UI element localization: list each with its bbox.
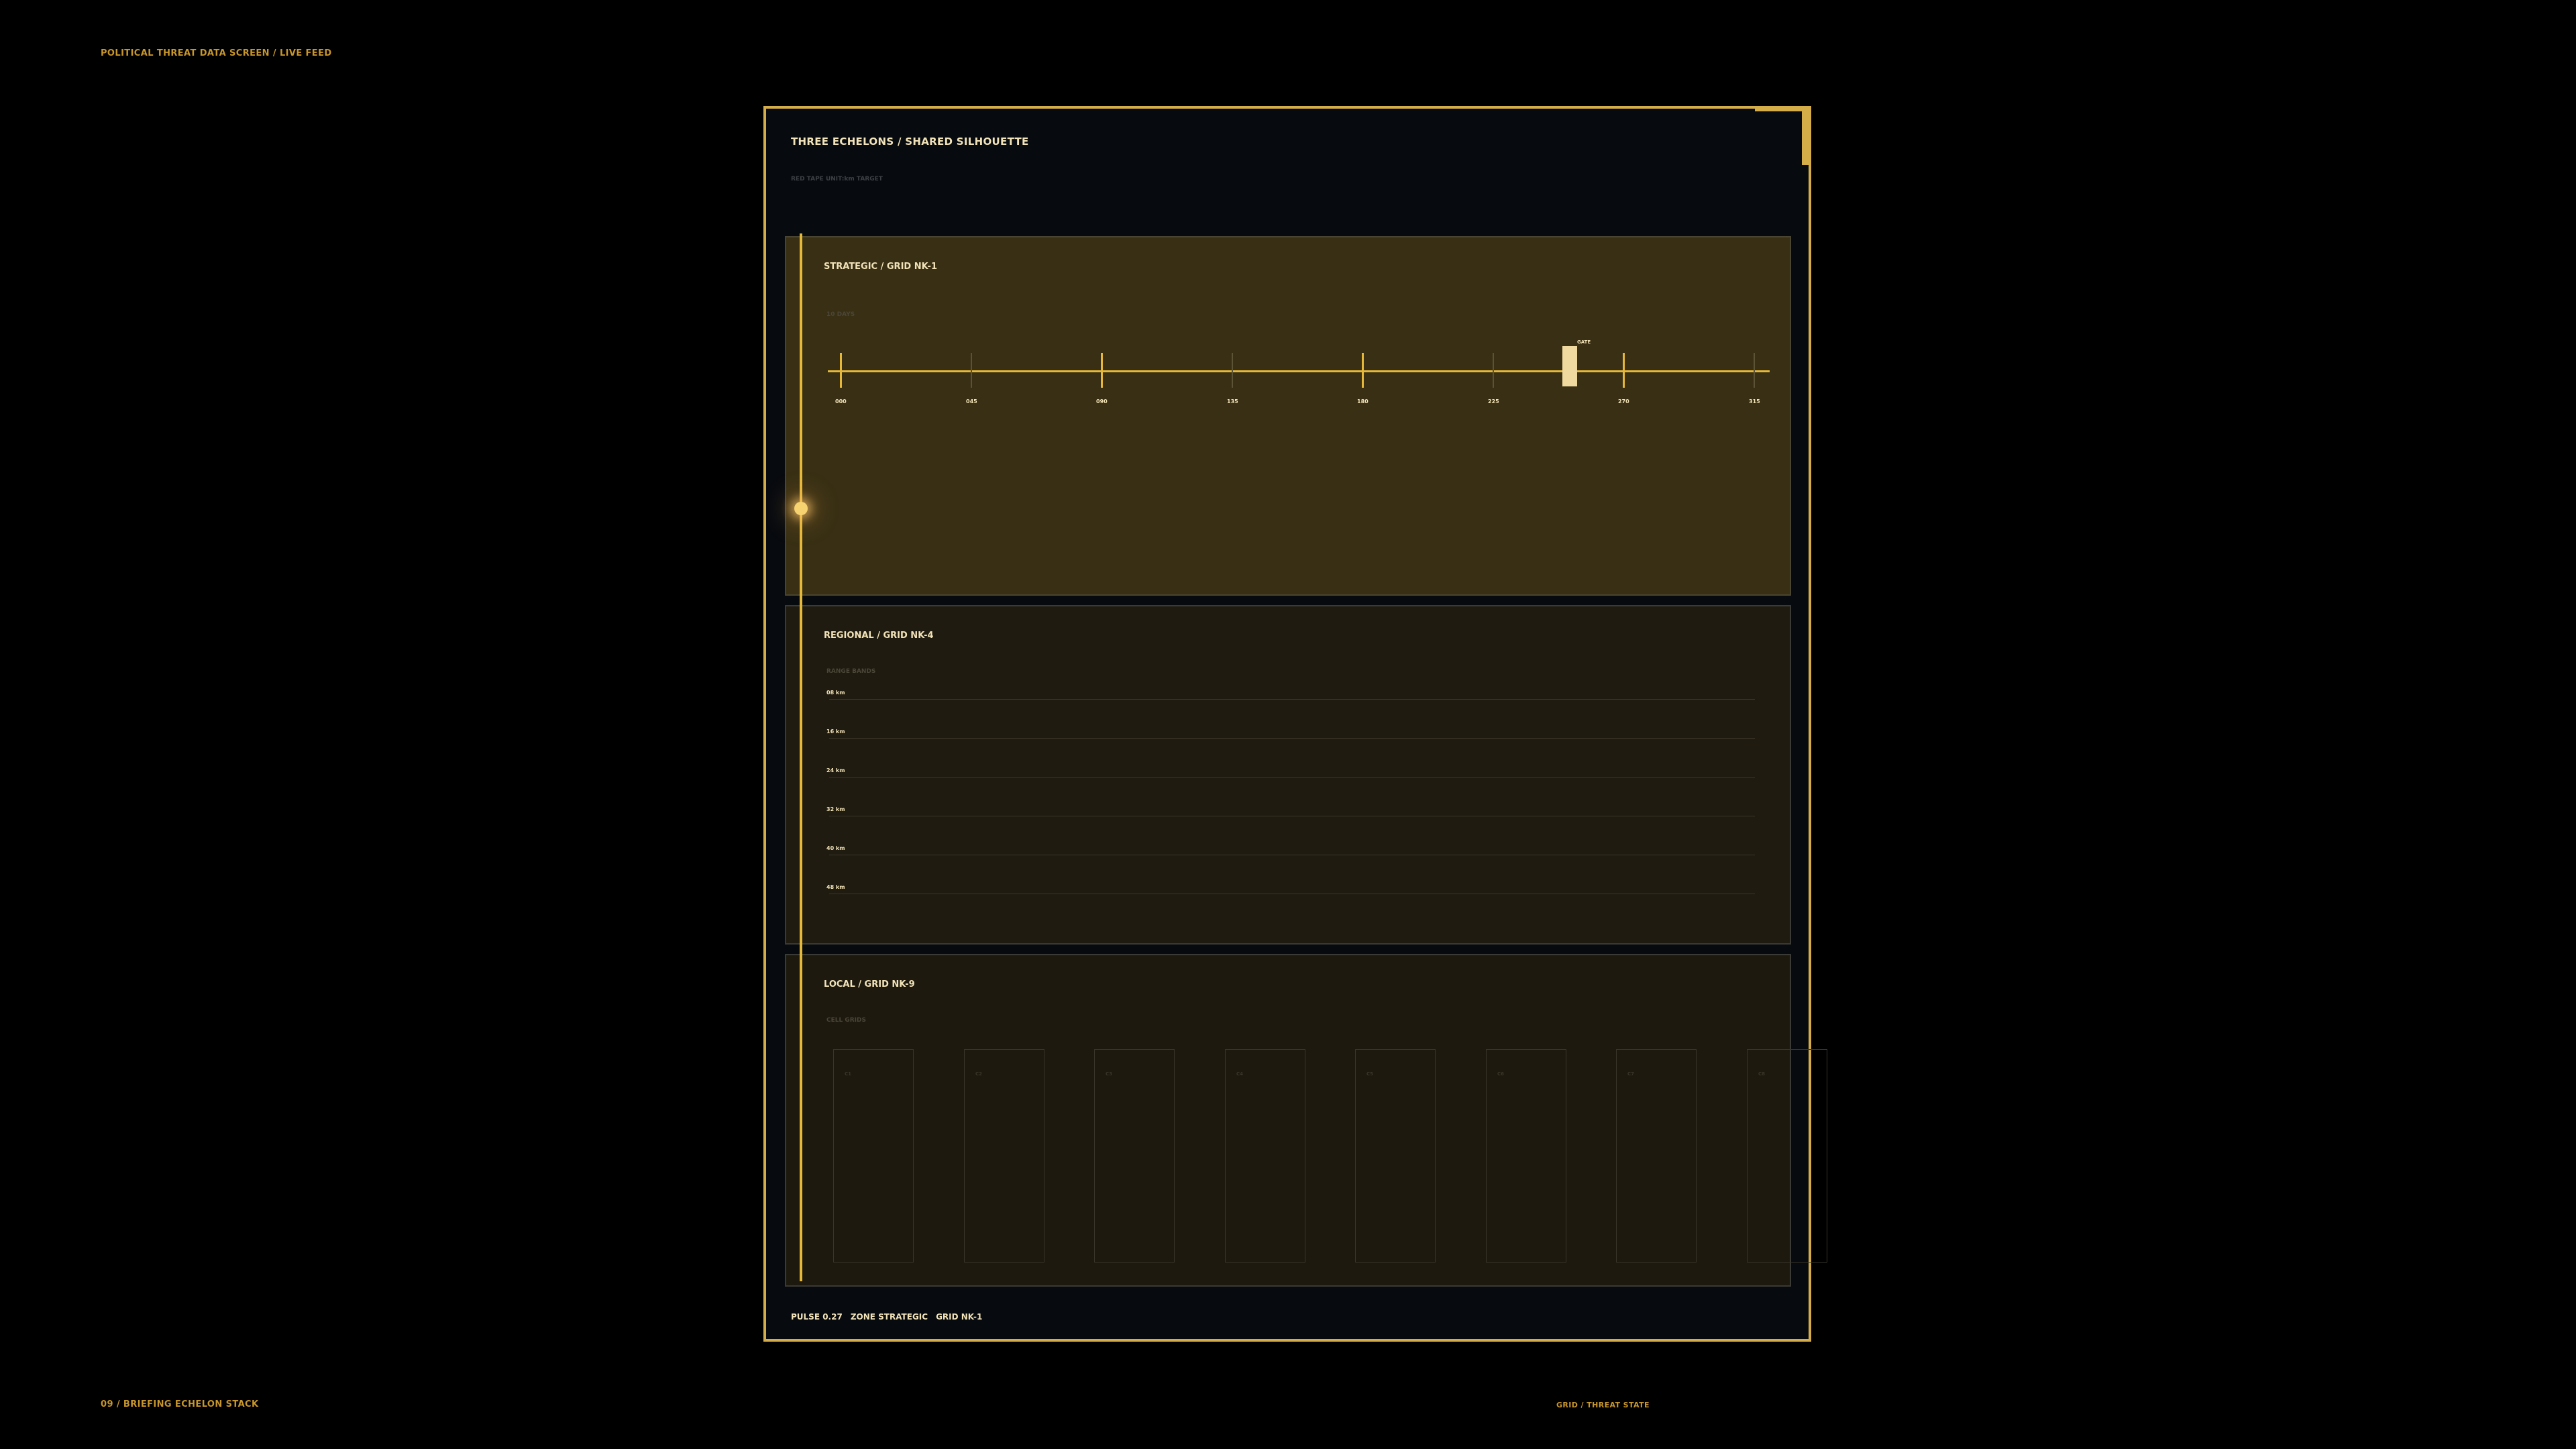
- echelon-title: LOCAL / GRID NK-9: [824, 979, 915, 989]
- grid-cell-label: C3: [1106, 1071, 1113, 1077]
- bearing-tick: [840, 353, 842, 388]
- grid-cell[interactable]: C7: [1616, 1049, 1697, 1263]
- range-band-label: 08 km: [826, 690, 845, 696]
- zone-value: ZONE STRATEGIC: [850, 1312, 928, 1322]
- grid-cell[interactable]: C6: [1486, 1049, 1566, 1263]
- bearing-tick: [1623, 353, 1625, 388]
- grid-cell-label: C5: [1366, 1071, 1374, 1077]
- range-band-label: 16 km: [826, 729, 845, 735]
- grid-cell[interactable]: C3: [1094, 1049, 1175, 1263]
- grid-cell-label: C2: [975, 1071, 983, 1077]
- echelon-panel: THREE ECHELONS / SHARED SILHOUETTE RED T…: [763, 106, 1827, 1342]
- grid-cell-label: C7: [1627, 1071, 1635, 1077]
- pulse-track: [800, 233, 802, 1281]
- grid-cell[interactable]: C2: [964, 1049, 1044, 1263]
- bearing-tick: [1101, 353, 1103, 388]
- range-band-label: 32 km: [826, 806, 845, 812]
- bearing-tick-label: 045: [966, 398, 977, 405]
- grid-cell-label: C8: [1758, 1071, 1766, 1077]
- legend-label: GRID / THREAT STATE: [1556, 1401, 1650, 1409]
- bearing-axis: [828, 370, 1770, 372]
- grid-cell[interactable]: C8: [1747, 1049, 1827, 1263]
- grid-cell[interactable]: C5: [1355, 1049, 1436, 1263]
- range-band-line: [829, 738, 1755, 739]
- bearing-tick: [1232, 353, 1233, 388]
- range-band-label: 48 km: [826, 884, 845, 890]
- echelon-subtitle: CELL GRIDS: [826, 1017, 866, 1024]
- bearing-tick: [1754, 353, 1755, 388]
- grid-cell-label: C6: [1497, 1071, 1505, 1077]
- range-band-line: [829, 699, 1755, 700]
- echelon-title: REGIONAL / GRID NK-4: [824, 631, 934, 641]
- echelon-subtitle: RANGE BANDS: [826, 668, 876, 675]
- grid-value: GRID NK-1: [936, 1312, 983, 1322]
- pulse-value: PULSE 0.27: [791, 1312, 843, 1322]
- gate-marker[interactable]: [1562, 346, 1577, 386]
- panel-subtitle: RED TAPE UNIT:km TARGET: [791, 176, 883, 182]
- range-band-label: 24 km: [826, 767, 845, 773]
- echelon-local[interactable]: LOCAL / GRID NK-9 CELL GRIDS C1 C2 C3 C4…: [785, 954, 1827, 1287]
- grid-cell[interactable]: C4: [1225, 1049, 1305, 1263]
- pulse-indicator[interactable]: [794, 502, 808, 515]
- grid-cell-label: C4: [1236, 1071, 1244, 1077]
- bearing-tick-label: 315: [1749, 398, 1760, 405]
- bearing-tick-label: 000: [835, 398, 847, 405]
- range-band-label: 40 km: [826, 845, 845, 851]
- bearing-tick: [971, 353, 972, 388]
- bearing-tick: [1362, 353, 1364, 388]
- panel-corner-accent: [1755, 109, 1809, 165]
- bearing-tick-label: 090: [1096, 398, 1108, 405]
- bearing-tick-label: 135: [1227, 398, 1238, 405]
- echelon-regional[interactable]: REGIONAL / GRID NK-4 RANGE BANDS 08 km 1…: [785, 605, 1791, 945]
- grid-cell[interactable]: C1: [833, 1049, 914, 1263]
- bearing-tick: [1493, 353, 1494, 388]
- slide-label: 09 / BRIEFING ECHELON STACK: [101, 1399, 259, 1409]
- bearing-tick-label: 225: [1488, 398, 1499, 405]
- bearing-tick-label: 270: [1618, 398, 1629, 405]
- echelon-strategic[interactable]: STRATEGIC / GRID NK-1 10 DAYS 000 045 09…: [785, 236, 1791, 596]
- echelon-subtitle: 10 DAYS: [826, 311, 855, 318]
- gate-label: GATE: [1577, 339, 1591, 345]
- bearing-tick-label: 180: [1357, 398, 1368, 405]
- status-readout: PULSE 0.27 ZONE STRATEGIC GRID NK-1: [791, 1312, 990, 1322]
- panel-title: THREE ECHELONS / SHARED SILHOUETTE: [791, 136, 1029, 148]
- grid-cell-label: C1: [845, 1071, 852, 1077]
- echelon-title: STRATEGIC / GRID NK-1: [824, 262, 937, 272]
- screen-title: POLITICAL THREAT DATA SCREEN / LIVE FEED: [101, 48, 332, 58]
